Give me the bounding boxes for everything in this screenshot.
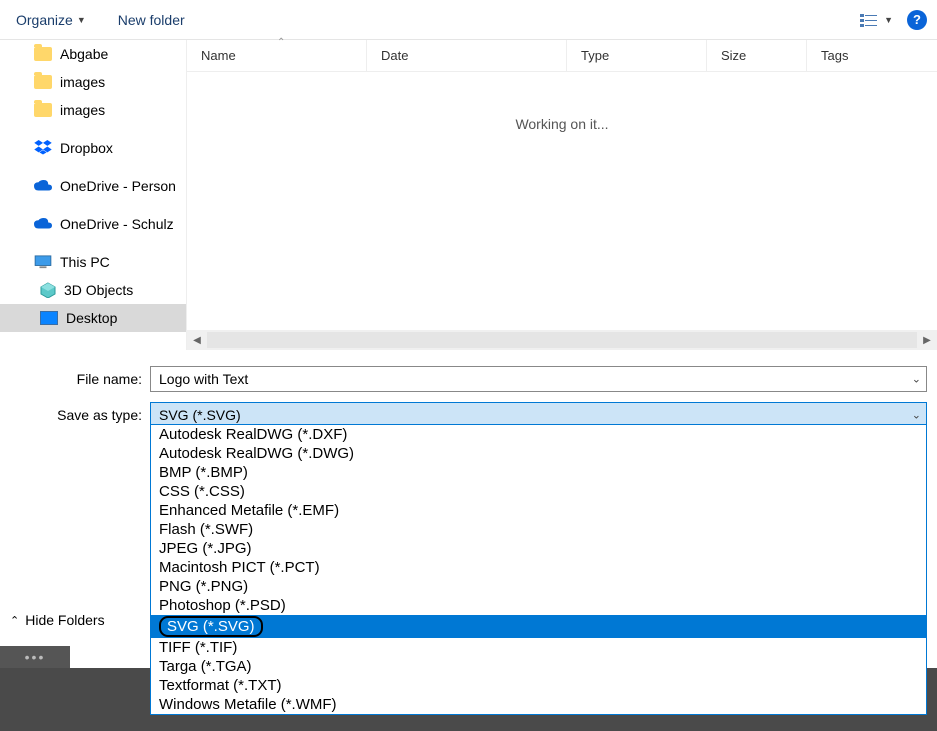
scroll-track[interactable] — [207, 332, 917, 348]
sidebar-item-label: 3D Objects — [64, 282, 133, 298]
sidebar-item-label: images — [60, 102, 105, 118]
view-list-icon — [860, 13, 878, 27]
type-option[interactable]: Autodesk RealDWG (*.DXF) — [151, 425, 926, 444]
type-option[interactable]: Windows Metafile (*.WMF) — [151, 695, 926, 714]
horizontal-scrollbar[interactable]: ◀ ▶ — [187, 330, 937, 350]
sidebar-item-onedrive[interactable]: OneDrive - Schulz — [0, 210, 186, 238]
sidebar-item-label: OneDrive - Schulz — [60, 216, 174, 232]
sidebar-item-label: Desktop — [66, 310, 117, 326]
caret-down-icon: ▼ — [884, 15, 893, 25]
ellipsis-icon: ••• — [25, 649, 46, 665]
sidebar-item-label: Dropbox — [60, 140, 113, 156]
hide-folders-button[interactable]: ⌃ Hide Folders — [10, 612, 105, 628]
sidebar-item-onedrive[interactable]: OneDrive - Person — [0, 172, 186, 200]
sidebar-item-label: Abgabe — [60, 46, 108, 62]
background-tab: ••• — [0, 646, 70, 668]
cloud-icon — [34, 218, 52, 230]
sidebar-item-label: This PC — [60, 254, 110, 270]
type-option[interactable]: JPEG (*.JPG) — [151, 539, 926, 558]
hide-folders-label: Hide Folders — [25, 612, 104, 628]
type-option[interactable]: Autodesk RealDWG (*.DWG) — [151, 444, 926, 463]
sidebar-item-folder[interactable]: images — [0, 68, 186, 96]
sidebar-item-this-pc[interactable]: This PC — [0, 248, 186, 276]
saveas-type-value: SVG (*.SVG) — [159, 407, 241, 423]
loading-status: Working on it... — [187, 116, 937, 132]
column-header-tags[interactable]: Tags — [807, 40, 937, 71]
file-list-pane: ⌃ Name Date Type Size Tags Working on it… — [186, 40, 937, 350]
view-options-button[interactable]: ▼ — [860, 13, 893, 27]
organize-label: Organize — [16, 12, 73, 28]
column-header-date[interactable]: Date — [367, 40, 567, 71]
type-option[interactable]: PNG (*.PNG) — [151, 577, 926, 596]
chevron-up-icon: ⌃ — [10, 614, 19, 627]
folder-icon — [34, 47, 52, 61]
caret-down-icon: ▼ — [77, 15, 86, 25]
scroll-right-icon[interactable]: ▶ — [917, 335, 937, 346]
column-header-type[interactable]: Type — [567, 40, 707, 71]
sidebar-item-folder[interactable]: Abgabe — [0, 40, 186, 68]
type-option[interactable]: SVG (*.SVG) — [151, 615, 926, 638]
sidebar-item-dropbox[interactable]: Dropbox — [0, 134, 186, 162]
type-option[interactable]: Photoshop (*.PSD) — [151, 596, 926, 615]
folder-icon — [34, 75, 52, 89]
type-option[interactable]: Macintosh PICT (*.PCT) — [151, 558, 926, 577]
sidebar-item-desktop[interactable]: Desktop — [0, 304, 186, 332]
type-option[interactable]: CSS (*.CSS) — [151, 482, 926, 501]
sidebar-item-label: images — [60, 74, 105, 90]
cube-icon — [40, 282, 56, 298]
scroll-left-icon[interactable]: ◀ — [187, 335, 207, 346]
sidebar-item-folder[interactable]: images — [0, 96, 186, 124]
sort-asc-icon: ⌃ — [277, 37, 285, 48]
filename-label: File name: — [10, 371, 150, 387]
column-headers: Name Date Type Size Tags — [187, 40, 937, 72]
type-option[interactable]: Textformat (*.TXT) — [151, 676, 926, 695]
type-option[interactable]: Targa (*.TGA) — [151, 657, 926, 676]
toolbar: Organize ▼ New folder ▼ ? — [0, 0, 937, 40]
pc-icon — [34, 255, 52, 269]
new-folder-button[interactable]: New folder — [112, 8, 191, 32]
dropbox-icon — [34, 140, 52, 156]
sidebar-item-label: OneDrive - Person — [60, 178, 176, 194]
type-option[interactable]: BMP (*.BMP) — [151, 463, 926, 482]
save-form: File name: ⌄ Save as type: SVG (*.SVG) ⌄ — [0, 350, 937, 428]
filename-input[interactable] — [150, 366, 927, 392]
cloud-icon — [34, 180, 52, 192]
folder-icon — [34, 103, 52, 117]
saveas-label: Save as type: — [10, 407, 150, 423]
type-option[interactable]: Enhanced Metafile (*.EMF) — [151, 501, 926, 520]
body-area: Abgabe images images Dropbox OneDrive - … — [0, 40, 937, 350]
saveas-type-dropdown[interactable]: Autodesk RealDWG (*.DXF)Autodesk RealDWG… — [150, 424, 927, 715]
type-option[interactable]: Flash (*.SWF) — [151, 520, 926, 539]
organize-button[interactable]: Organize ▼ — [10, 8, 92, 32]
sidebar-item-3d-objects[interactable]: 3D Objects — [0, 276, 186, 304]
type-option[interactable]: TIFF (*.TIF) — [151, 638, 926, 657]
column-header-size[interactable]: Size — [707, 40, 807, 71]
desktop-icon — [40, 311, 58, 325]
new-folder-label: New folder — [118, 12, 185, 28]
navigation-sidebar[interactable]: Abgabe images images Dropbox OneDrive - … — [0, 40, 186, 350]
help-icon[interactable]: ? — [907, 10, 927, 30]
